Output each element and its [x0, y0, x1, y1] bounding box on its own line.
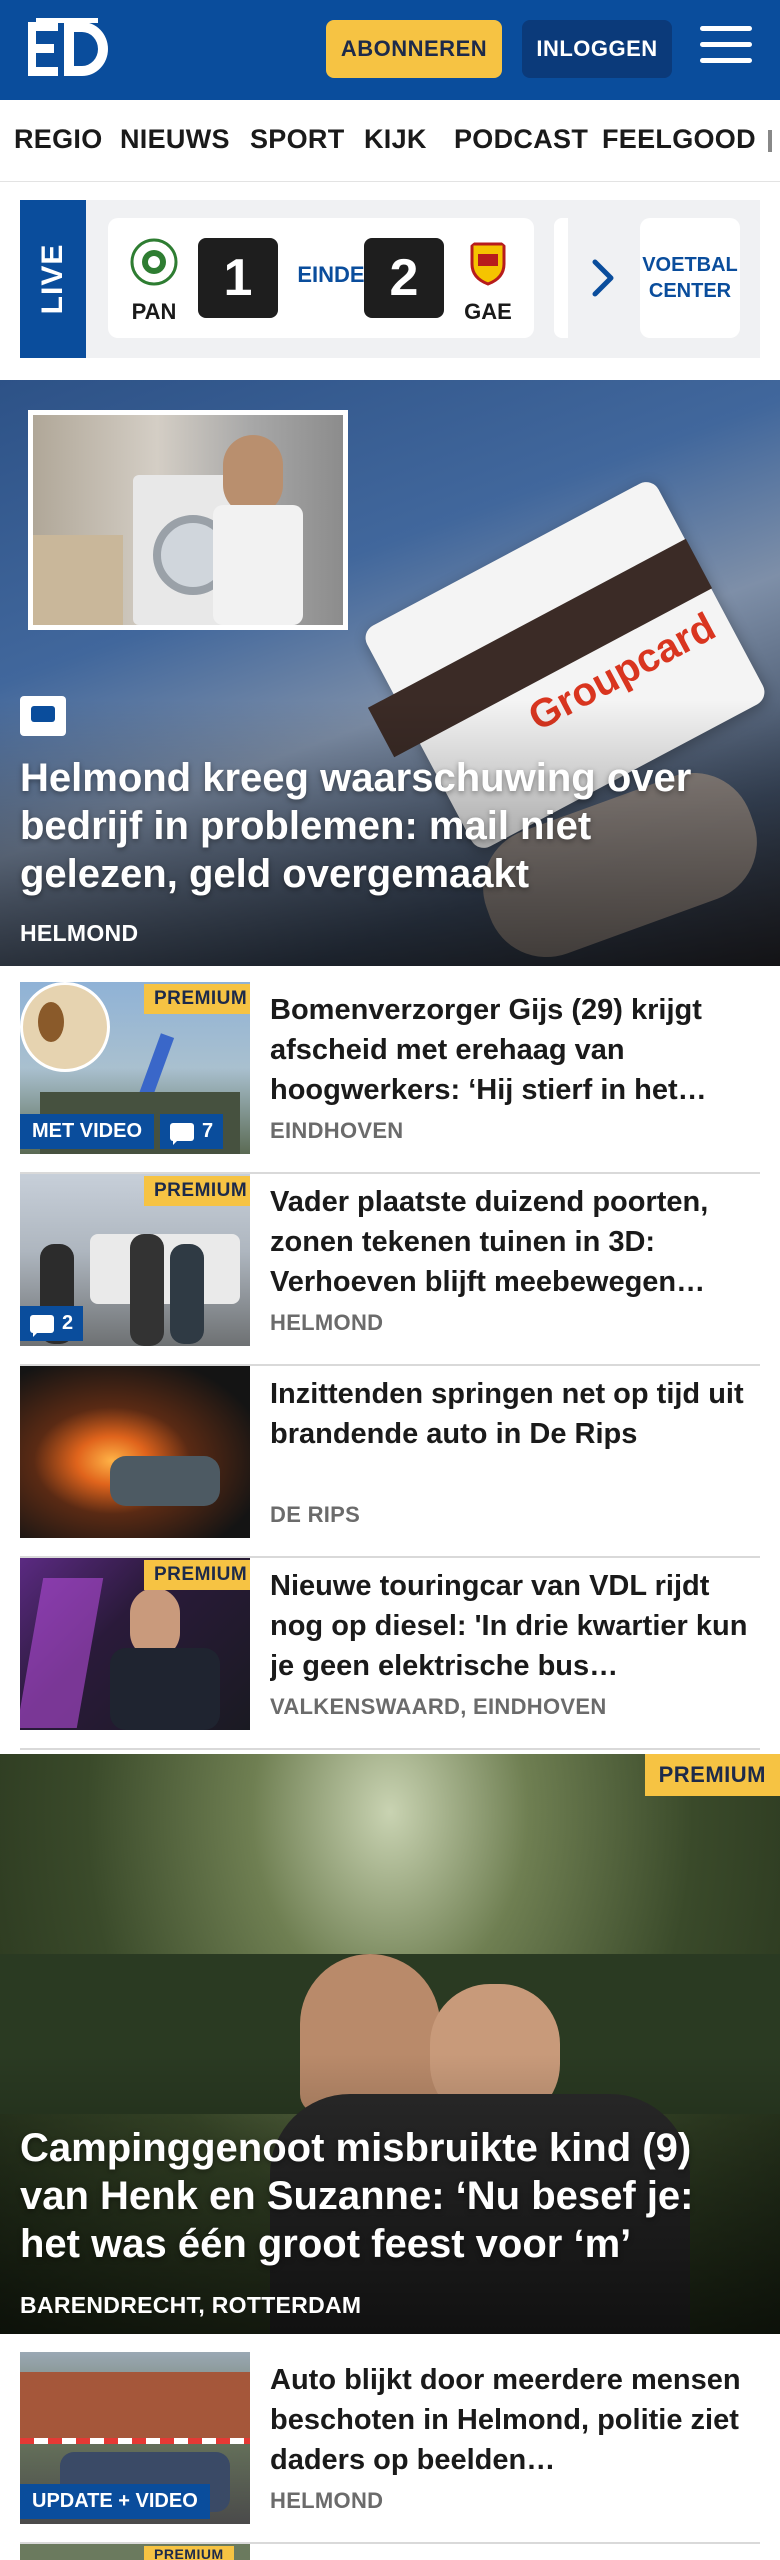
nav-item-regio[interactable]: REGIO [14, 124, 103, 155]
football-center-button[interactable]: VOETBAL CENTER [640, 218, 740, 338]
section-nav: REGIO NIEUWS SPORT KIJK PODCAST FEELGOOD [0, 100, 780, 182]
premium-badge: PREMIUM [144, 2546, 234, 2560]
nav-item-podcast[interactable]: PODCAST [454, 124, 588, 155]
chevron-right-icon[interactable] [590, 258, 616, 298]
list-item[interactable]: PREMIUM Nieuwe touringcar van VDL rijdt … [20, 1558, 760, 1750]
hero-region: BARENDRECHT, ROTTERDAM [20, 2292, 362, 2318]
article-title[interactable]: Vader plaatste duizend poorten, zonen te… [270, 1182, 750, 1302]
hero-inset-photo [28, 410, 348, 630]
away-team: GAE [458, 238, 518, 325]
article-thumbnail: PREMIUM 2 [20, 1174, 250, 1346]
premium-badge: PREMIUM [144, 984, 250, 1014]
subscribe-button[interactable]: ABONNEREN [326, 20, 502, 78]
next-match-card-stub[interactable] [554, 218, 568, 338]
match-status: EINDE [297, 262, 365, 287]
hero-region: HELMOND [20, 920, 139, 946]
hero-article-1[interactable]: Groupcard Helmond kreeg waarschuwing ove… [0, 380, 780, 966]
away-score: 2 [364, 238, 444, 318]
article-thumbnail: UPDATE + VIDEO [20, 2352, 250, 2524]
list-item[interactable]: PREMIUM 2 Vader plaatste duizend poorten… [20, 1174, 760, 1366]
video-badge: UPDATE + VIDEO [20, 2484, 210, 2519]
list-item[interactable]: UPDATE + VIDEO Auto blijkt door meerdere… [20, 2352, 760, 2544]
article-thumbnail [20, 1366, 250, 1538]
article-thumbnail: PREMIUM [20, 1558, 250, 1730]
premium-badge: PREMIUM [644, 1754, 780, 1796]
menu-icon[interactable] [700, 26, 752, 70]
article-region: VALKENSWAARD, EINDHOVEN [270, 1694, 607, 1719]
nav-item-sport[interactable]: SPORT [250, 124, 345, 155]
hero-article-2[interactable]: PREMIUM Campinggenoot misbruikte kind (9… [0, 1754, 780, 2334]
article-title[interactable]: Inzittenden springen net op tijd uit bra… [270, 1374, 750, 1454]
home-team-crest-icon [130, 238, 178, 286]
premium-badge: PREMIUM [144, 1176, 250, 1206]
hero-title[interactable]: Helmond kreeg waarschuwing over bedrijf … [20, 754, 760, 898]
live-tag: LIVE [20, 200, 86, 358]
comment-icon [20, 696, 66, 736]
live-scores-bar: LIVE PAN 1 EINDE 2 GAE VOETBAL CENTER [20, 200, 760, 358]
article-title[interactable]: Auto blijkt door meerdere mensen beschot… [270, 2360, 750, 2480]
match-card[interactable]: PAN 1 EINDE 2 GAE [108, 218, 534, 338]
away-team-abbr: GAE [464, 299, 512, 324]
video-badge: MET VIDEO [20, 1114, 155, 1149]
article-region: HELMOND [270, 1310, 384, 1335]
article-region: HELMOND [270, 2488, 384, 2513]
article-title[interactable]: Bomenverzorger Gijs (29) krijgt afscheid… [270, 990, 750, 1110]
home-team-abbr: PAN [131, 299, 177, 324]
comment-count-badge: 2 [20, 1306, 84, 1341]
article-region: EINDHOVEN [270, 1118, 404, 1143]
article-thumbnail: PREMIUM MET VIDEO 7 [20, 982, 250, 1154]
away-team-crest-icon [470, 242, 506, 286]
hero-title[interactable]: Campinggenoot misbruikte kind (9) van He… [20, 2124, 760, 2268]
comment-count-badge: 7 [160, 1114, 224, 1149]
login-button[interactable]: INLOGGEN [522, 20, 672, 78]
ed-logo[interactable] [28, 18, 116, 80]
premium-badge: PREMIUM [144, 1560, 250, 1590]
home-team: PAN [124, 238, 184, 325]
article-title[interactable]: Nieuwe touringcar van VDL rijdt nog op d… [270, 1566, 750, 1686]
list-item[interactable]: PREMIUM [20, 2544, 760, 2560]
nav-item-feelgood[interactable]: FEELGOOD [602, 124, 756, 155]
list-item[interactable]: Inzittenden springen net op tijd uit bra… [20, 1366, 760, 1558]
nav-overflow-indicator [768, 130, 772, 152]
home-score: 1 [198, 238, 278, 318]
article-region: DE RIPS [270, 1502, 361, 1527]
top-bar: ABONNEREN INLOGGEN [0, 0, 780, 100]
nav-item-kijk[interactable]: KIJK [364, 124, 427, 155]
article-thumbnail: PREMIUM [20, 2544, 250, 2560]
nav-item-nieuws[interactable]: NIEUWS [120, 124, 230, 155]
list-item[interactable]: PREMIUM MET VIDEO 7 Bomenverzorger Gijs … [20, 982, 760, 1174]
